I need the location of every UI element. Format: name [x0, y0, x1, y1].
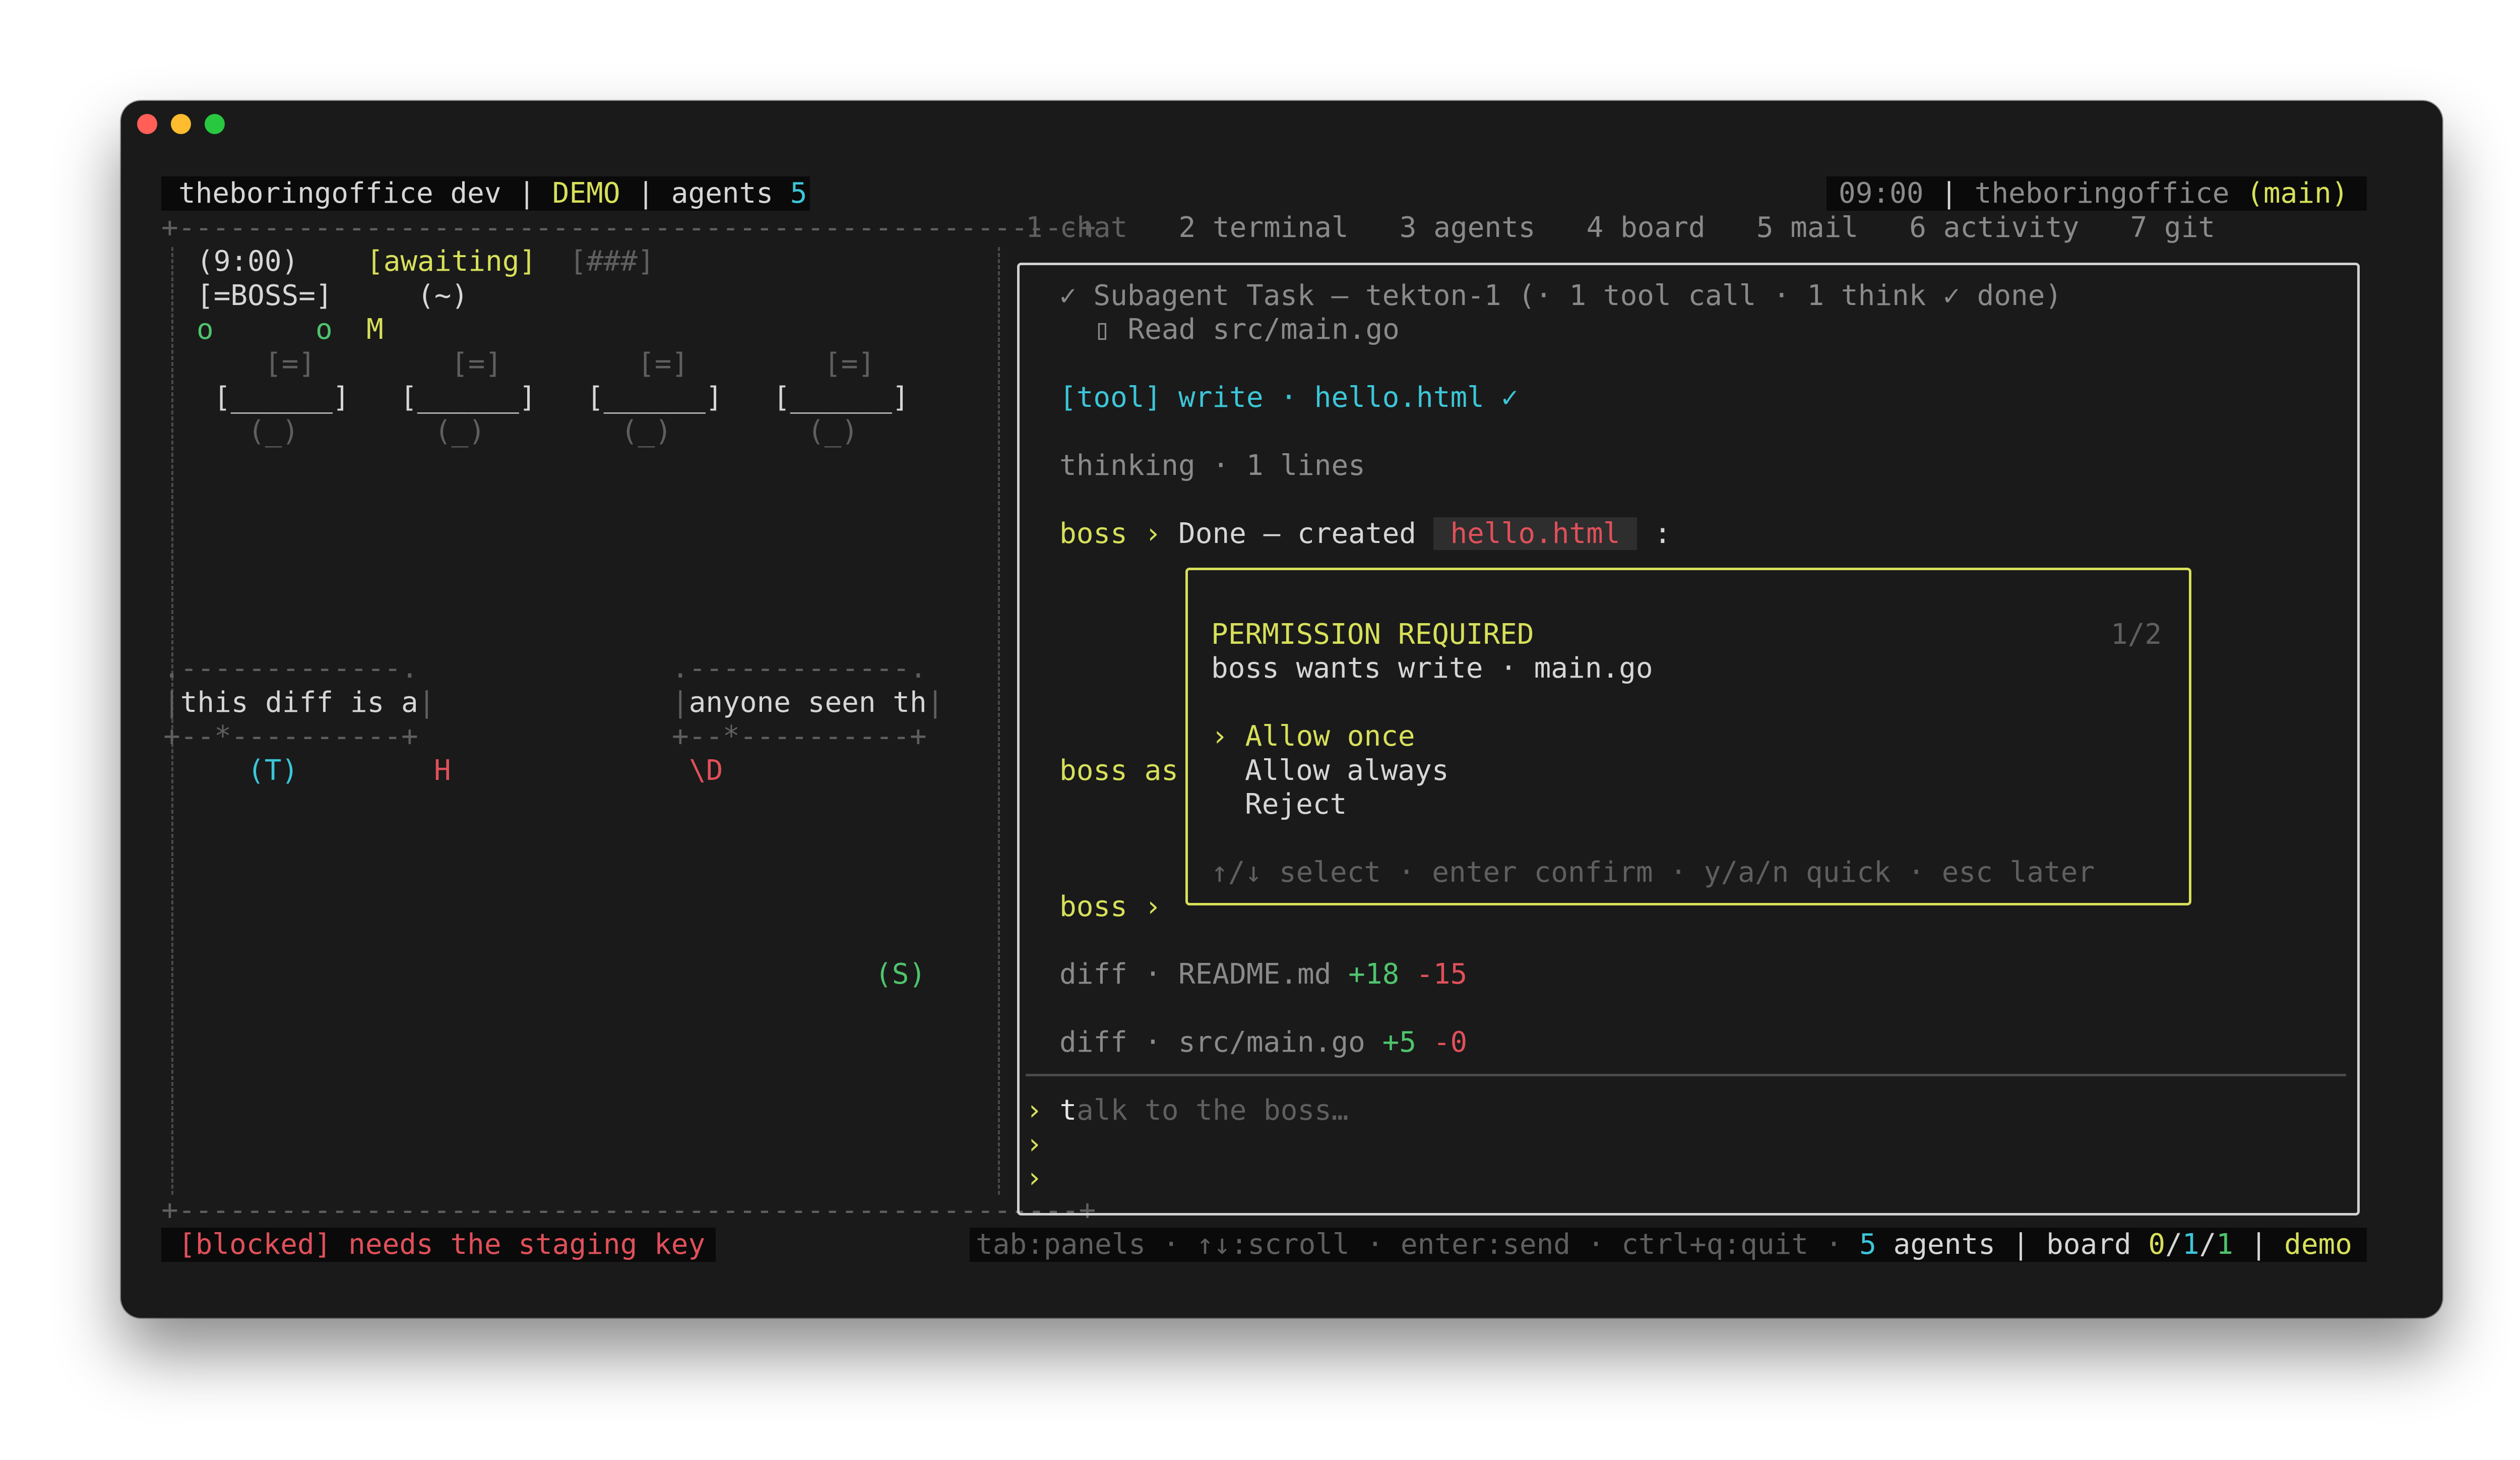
chair-icon: (_) [434, 415, 486, 448]
bubble-bottom: +--*----------+ [163, 720, 418, 753]
app-name: theboringoffice dev [178, 177, 501, 210]
chat-input[interactable]: › talk to the boss… [1026, 1093, 1349, 1128]
option-allow-once[interactable]: › Allow once [1211, 719, 1415, 754]
boss-mood: (~) [417, 279, 469, 312]
option-allow-always[interactable]: Allow always [1245, 754, 1449, 788]
chair-icon: (_) [807, 415, 859, 448]
office-border-top: +---------------------------------------… [161, 211, 1096, 244]
diff-line[interactable]: diff · src/main.go +5 -0 [1059, 1025, 1467, 1060]
option-reject[interactable]: Reject [1245, 787, 1347, 822]
input-prompt: › [1026, 1128, 1043, 1161]
subagent-read: ▯ Read src/main.go [1094, 313, 1400, 346]
person-3: M [366, 313, 384, 346]
tab-agents[interactable]: 3 agents [1400, 211, 1536, 244]
boss-message-truncated: boss as [1059, 754, 1179, 787]
monitor-icon: [=] [451, 347, 502, 380]
office-border-bottom: +---------------------------------------… [161, 1194, 1096, 1227]
desk: [______] [587, 381, 723, 414]
progress-hashes: [###] [570, 245, 655, 278]
office-border-right [998, 247, 1000, 1195]
terminal-window: theboringoffice dev | DEMO | agents 5 09… [121, 101, 2442, 1318]
desk: [______] [214, 381, 350, 414]
blocked-status: [blocked] needs the staging key [178, 1228, 706, 1261]
tab-board[interactable]: 4 board [1587, 211, 1706, 244]
key-hints: tab:panels · ↑↓:scroll · enter:send · ct… [976, 1228, 1843, 1261]
status-right: tab:panels · ↑↓:scroll · enter:send · ct… [976, 1228, 2352, 1261]
person-1: o [197, 313, 214, 346]
branch-name: (main) [2246, 177, 2349, 210]
speech-bubble: |anyone seen th| [672, 686, 944, 719]
diff-line[interactable]: diff · README.md +18 -15 [1059, 957, 1467, 992]
clock: 09:00 [1839, 177, 1924, 210]
chair-icon: (_) [621, 415, 672, 448]
agents-count: 5 [790, 177, 807, 210]
bubble-bottom: +--*----------+ [672, 720, 927, 753]
close-window-button[interactable] [137, 114, 157, 134]
boss-message: boss › Done — created hello.html : [1059, 517, 1671, 550]
agent-s: (S) [875, 958, 926, 991]
tab-mail[interactable]: 5 mail [1756, 211, 1858, 244]
speech-bubble: |this diff is a| [163, 686, 435, 719]
permission-request: boss wants write · main.go [1211, 652, 1653, 685]
tool-write-line: [tool] write · hello.html ✓ [1059, 381, 1519, 414]
input-prompt: › [1026, 1162, 1043, 1194]
bubble-top: .-------------. [163, 652, 418, 685]
header-left: theboringoffice dev | DEMO | agents 5 [178, 177, 807, 210]
agent-h: H [434, 754, 451, 787]
header-right: 09:00 | theboringoffice (main) [1839, 177, 2349, 210]
desk: [______] [773, 381, 909, 414]
permission-hint: ↑/↓ select · enter confirm · y/a/n quick… [1211, 856, 2095, 889]
tab-activity[interactable]: 6 activity [1909, 211, 2079, 244]
mode-indicator: demo [2284, 1228, 2352, 1261]
boss-desk: [=BOSS=] [197, 279, 333, 312]
mode-label: DEMO [552, 177, 620, 210]
chair-icon: (_) [248, 415, 299, 448]
person-2: o [316, 313, 333, 346]
monitor-icon: [=] [265, 347, 316, 380]
agent-d: \D [689, 754, 723, 787]
agent-t: (T) [247, 754, 299, 787]
minimize-window-button[interactable] [171, 114, 191, 134]
repo-name: theboringoffice [1974, 177, 2230, 210]
boss-message-empty: boss › [1059, 890, 1162, 923]
office-clock: (9:00) [197, 245, 299, 278]
tab-terminal[interactable]: 2 terminal [1178, 211, 1348, 244]
monitor-icon: [=] [824, 347, 875, 380]
permission-counter: 1/2 [2111, 618, 2162, 651]
thinking-line[interactable]: thinking · 1 lines [1059, 449, 1365, 483]
file-chip: hello.html [1433, 517, 1637, 550]
permission-title: PERMISSION REQUIRED [1211, 618, 1534, 651]
monitor-icon: [=] [638, 347, 689, 380]
awaiting-status: [awaiting] [366, 245, 537, 278]
tab-bar: 1 chat 2 terminal 3 agents 4 board 5 mai… [1026, 211, 2215, 245]
bubble-top: .-------------. [672, 652, 927, 685]
subagent-summary[interactable]: ✓ Subagent Task — tekton-1 (· 1 tool cal… [1059, 279, 2062, 313]
tab-git[interactable]: 7 git [2130, 211, 2216, 244]
maximize-window-button[interactable] [205, 114, 225, 134]
desk: [______] [400, 381, 536, 414]
input-divider [1026, 1074, 2346, 1076]
